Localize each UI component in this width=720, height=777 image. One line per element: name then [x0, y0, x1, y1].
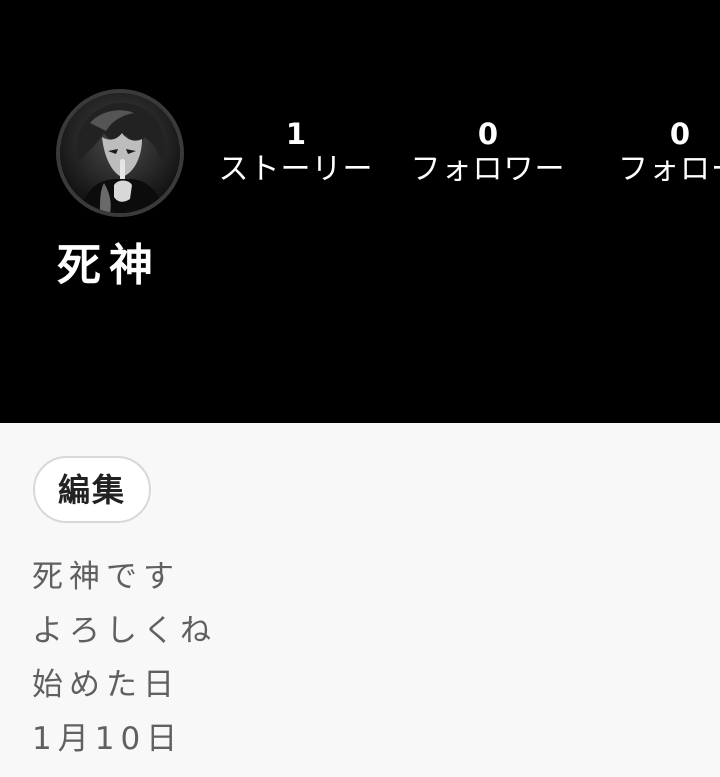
bio-line: 1月10日 — [32, 721, 184, 757]
following-label: フォロー — [618, 152, 720, 187]
profile-header: 死神 1 ストーリー 0 フォロワー 0 フォロー — [0, 0, 720, 423]
anime-character-avatar-icon — [60, 93, 180, 213]
bio-line: 死神です — [32, 559, 180, 595]
stat-following[interactable]: 0 フォロー — [590, 118, 720, 190]
followers-count: 0 — [477, 117, 499, 151]
stat-stories[interactable]: 1 ストーリー — [206, 118, 386, 190]
avatar[interactable] — [56, 89, 184, 217]
display-name: 死神 — [57, 240, 161, 291]
stories-label: ストーリー — [218, 152, 374, 187]
edit-profile-button[interactable]: 編集 — [33, 456, 151, 523]
following-count: 0 — [669, 117, 691, 151]
followers-label: フォロワー — [410, 152, 566, 187]
stories-count: 1 — [285, 117, 307, 151]
bio-line: よろしくね — [32, 613, 217, 649]
bio-line: 始めた日 — [32, 667, 180, 703]
stat-followers[interactable]: 0 フォロワー — [398, 118, 578, 190]
profile-bio: 死神です よろしくね 始めた日 1月10日 — [32, 555, 692, 771]
